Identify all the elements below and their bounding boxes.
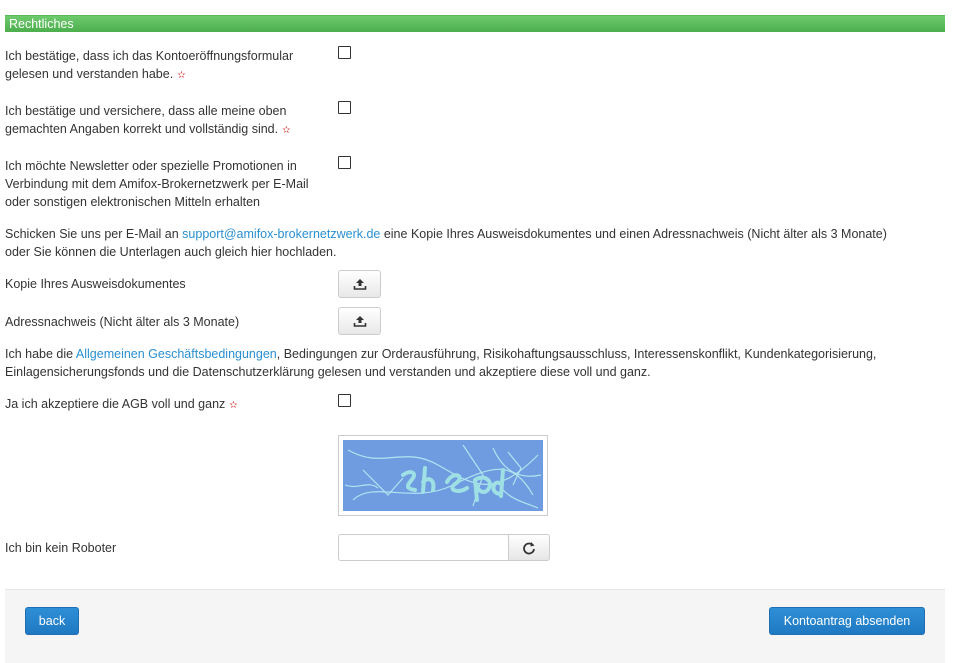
consent-form-read-label: Ich bestätige, dass ich das Kontoeröffnu… bbox=[5, 47, 293, 85]
accept-agb-text: Ja ich akzeptiere die AGB voll und ganz bbox=[5, 397, 226, 411]
section-title: Rechtliches bbox=[9, 17, 74, 31]
required-star-icon: ✫ bbox=[229, 400, 238, 411]
captcha-input[interactable] bbox=[338, 534, 508, 561]
consent-form-read-line1: Ich bestätige, dass ich das Kontoeröffnu… bbox=[5, 49, 294, 63]
newsletter-line1: Ich möchte Newsletter oder spezielle Pro… bbox=[5, 159, 297, 173]
consent-data-correct-checkbox[interactable] bbox=[338, 101, 351, 114]
agb-link[interactable]: Allgemeinen Geschäftsbedingungen bbox=[76, 347, 277, 361]
id-copy-upload-button[interactable] bbox=[338, 270, 381, 298]
required-star-icon: ✫ bbox=[177, 70, 186, 81]
consent-data-correct-label: Ich bestätige und versichere, dass alle … bbox=[5, 102, 291, 140]
upload-icon bbox=[353, 316, 366, 327]
address-proof-upload-button[interactable] bbox=[338, 307, 381, 335]
captcha-image-frame bbox=[338, 435, 548, 516]
documents-info-line2: oder Sie können die Unterlagen auch glei… bbox=[5, 245, 337, 259]
form-footer: back Kontoantrag absenden bbox=[5, 589, 945, 663]
accept-agb-checkbox[interactable] bbox=[338, 394, 351, 407]
documents-info-part1: Schicken Sie uns per E-Mail an bbox=[5, 227, 183, 241]
terms-text: Ich habe die Allgemeinen Geschäftsbeding… bbox=[5, 345, 945, 381]
terms-part2: , Bedingungen zur Orderausführung, Risik… bbox=[276, 347, 877, 361]
terms-part1: Ich habe die bbox=[5, 347, 76, 361]
newsletter-label: Ich möchte Newsletter oder spezielle Pro… bbox=[5, 157, 309, 211]
accept-agb-label: Ja ich akzeptiere die AGB voll und ganz ✫ bbox=[5, 395, 238, 415]
captcha-image bbox=[343, 440, 543, 511]
support-email-link[interactable]: support@amifox-brokernetzwerk.de bbox=[182, 227, 380, 241]
consent-form-read-line2: gelesen und verstanden habe. bbox=[5, 67, 174, 81]
captcha-label: Ich bin kein Roboter bbox=[5, 541, 117, 555]
documents-info-text: Schicken Sie uns per E-Mail an support@a… bbox=[5, 225, 945, 261]
newsletter-checkbox[interactable] bbox=[338, 156, 351, 169]
submit-application-button[interactable]: Kontoantrag absenden bbox=[769, 607, 925, 635]
newsletter-line3: oder sonstigen elektronischen Mitteln er… bbox=[5, 195, 261, 209]
consent-data-correct-line1: Ich bestätige und versichere, dass alle … bbox=[5, 104, 287, 118]
required-star-icon: ✫ bbox=[282, 125, 291, 136]
id-copy-label: Kopie Ihres Ausweisdokumentes bbox=[5, 277, 186, 291]
documents-info-part2: eine Kopie Ihres Ausweisdokumentes und e… bbox=[380, 227, 887, 241]
terms-line2: Einlagensicherungsfonds und die Datensch… bbox=[5, 365, 651, 379]
address-proof-label: Adressnachweis (Nicht älter als 3 Monate… bbox=[5, 315, 240, 329]
refresh-icon bbox=[523, 541, 535, 554]
back-button[interactable]: back bbox=[25, 607, 79, 635]
upload-icon bbox=[353, 279, 366, 290]
section-header-rechtliches: Rechtliches bbox=[5, 15, 945, 32]
consent-data-correct-line2: gemachten Angaben korrekt und vollständi… bbox=[5, 122, 279, 136]
captcha-refresh-button[interactable] bbox=[508, 534, 550, 561]
consent-form-read-checkbox[interactable] bbox=[338, 46, 351, 59]
newsletter-line2: Verbindung mit dem Amifox-Brokernetzwerk… bbox=[5, 177, 309, 191]
